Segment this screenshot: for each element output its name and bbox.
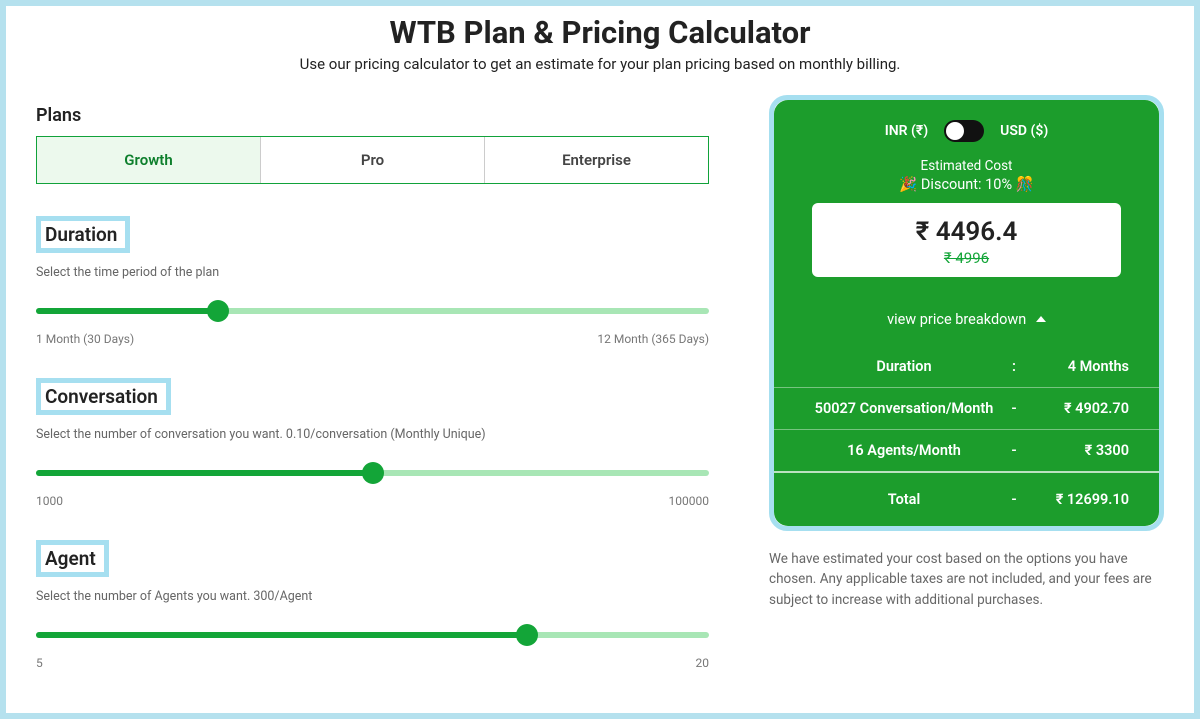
disclaimer: We have estimated your cost based on the…: [769, 549, 1164, 610]
pricing-calculator: WTB Plan & Pricing Calculator Use our pr…: [6, 6, 1194, 713]
currency-usd: USD ($): [1000, 123, 1048, 139]
page-title: WTB Plan & Pricing Calculator: [36, 14, 1164, 51]
tab-pro[interactable]: Pro: [260, 137, 484, 183]
currency-toggle-row: INR (₹) USD ($): [774, 100, 1159, 152]
tab-growth[interactable]: Growth: [37, 137, 260, 183]
agent-min: 5: [36, 656, 43, 670]
duration-slider[interactable]: [36, 302, 709, 322]
currency-inr: INR (₹): [885, 123, 928, 139]
duration-min: 1 Month (30 Days): [36, 332, 134, 346]
estimate-card: INR (₹) USD ($) Estimated Cost 🎉 Discoun…: [774, 100, 1159, 526]
duration-max: 12 Month (365 Days): [597, 332, 709, 346]
agent-slider-thumb[interactable]: [516, 624, 538, 646]
conversation-slider-thumb[interactable]: [362, 462, 384, 484]
duration-desc: Select the time period of the plan: [36, 265, 709, 280]
breakdown-row-total: Total - ₹ 12699.10: [774, 471, 1159, 526]
breakdown-row-duration: Duration : 4 Months: [774, 346, 1159, 387]
plan-tabs: Growth Pro Enterprise: [36, 136, 709, 184]
plans-label: Plans: [36, 105, 709, 126]
conversation-min: 1000: [36, 494, 63, 508]
agent-slider[interactable]: [36, 626, 709, 646]
header: WTB Plan & Pricing Calculator Use our pr…: [36, 14, 1164, 73]
breakdown-row-agents: 16 Agents/Month - ₹ 3300: [774, 429, 1159, 471]
page-subtitle: Use our pricing calculator to get an est…: [36, 55, 1164, 73]
breakdown-row-conversation: 50027 Conversation/Month - ₹ 4902.70: [774, 387, 1159, 429]
config-panel: Plans Growth Pro Enterprise Duration Sel…: [36, 95, 709, 670]
estimated-cost-label: Estimated Cost: [774, 158, 1159, 174]
agent-max: 20: [696, 656, 710, 670]
price-original: ₹ 4996: [812, 249, 1121, 267]
currency-toggle[interactable]: [944, 120, 984, 142]
conversation-desc: Select the number of conversation you wa…: [36, 427, 709, 442]
price-box: ₹ 4496.4 ₹ 4996: [812, 203, 1121, 277]
agent-desc: Select the number of Agents you want. 30…: [36, 589, 709, 604]
agent-section: Agent Select the number of Agents you wa…: [36, 540, 709, 670]
price-discounted: ₹ 4496.4: [812, 217, 1121, 247]
agent-title: Agent: [36, 540, 109, 577]
duration-section: Duration Select the time period of the p…: [36, 216, 709, 346]
duration-slider-thumb[interactable]: [207, 300, 229, 322]
conversation-section: Conversation Select the number of conver…: [36, 378, 709, 508]
duration-title: Duration: [36, 216, 130, 253]
discount-label: 🎉 Discount: 10% 🎊: [774, 176, 1159, 193]
conversation-max: 100000: [669, 494, 709, 508]
conversation-slider[interactable]: [36, 464, 709, 484]
estimate-panel: INR (₹) USD ($) Estimated Cost 🎉 Discoun…: [769, 95, 1164, 670]
tab-enterprise[interactable]: Enterprise: [484, 137, 708, 183]
breakdown-toggle[interactable]: view price breakdown: [774, 311, 1159, 328]
chevron-up-icon: [1036, 316, 1046, 322]
conversation-title: Conversation: [36, 378, 171, 415]
